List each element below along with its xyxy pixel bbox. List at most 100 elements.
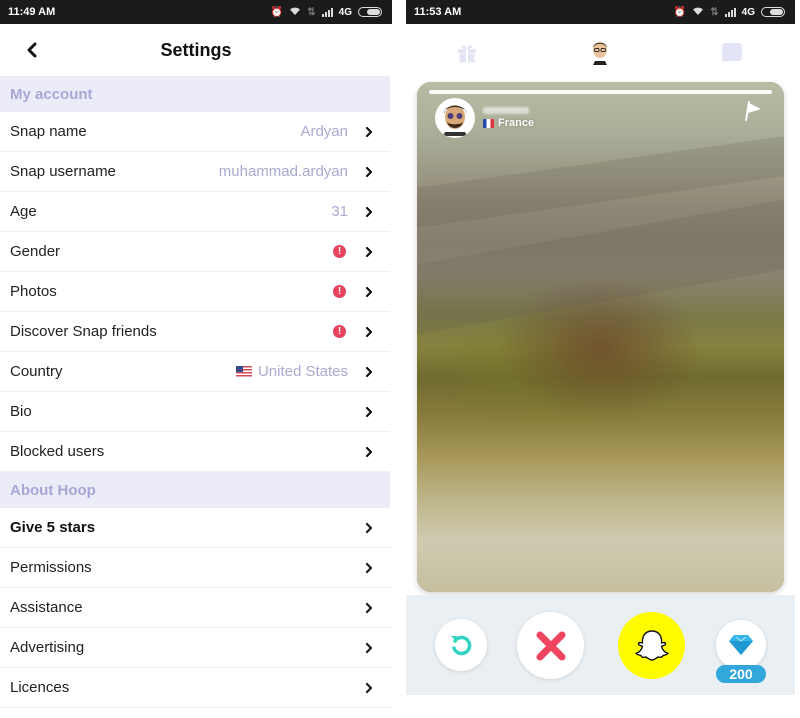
settings-row-give-5-stars[interactable]: Give 5 stars <box>0 508 390 548</box>
status-time: 11:53 AM <box>414 6 462 18</box>
row-label: Snap name <box>10 123 87 140</box>
settings-row-bio[interactable]: Bio <box>0 392 390 432</box>
settings-list: My account Snap name Ardyan Snap username mu… <box>0 76 392 708</box>
country-name: France <box>498 117 535 129</box>
profile-avatar[interactable] <box>435 98 475 138</box>
chevron-right-icon <box>364 126 374 138</box>
flag-icon <box>745 101 761 121</box>
battery-icon <box>358 7 382 17</box>
chevron-right-icon <box>364 366 374 378</box>
status-icons: ⏰ ⇅ 4G <box>271 6 382 19</box>
settings-row-snap-username[interactable]: Snap username muhammad.ardyan <box>0 152 390 192</box>
bitmoji-avatar-icon <box>592 42 607 65</box>
settings-row-discover-snap-friends[interactable]: Discover Snap friends! <box>0 312 390 352</box>
profile-card[interactable]: France <box>417 82 784 592</box>
chevron-right-icon <box>364 246 374 258</box>
alarm-icon: ⏰ <box>673 6 687 18</box>
profile-country: France <box>483 117 534 129</box>
row-label: Assistance <box>10 599 83 616</box>
settings-row-country[interactable]: Country United States <box>0 352 390 392</box>
profile-info: France <box>435 98 534 138</box>
row-value-text: muhammad.ardyan <box>218 163 348 180</box>
nope-button[interactable] <box>517 612 584 679</box>
gift-icon <box>458 45 476 63</box>
profile-avatar-button[interactable] <box>587 39 613 65</box>
row-value: 31 <box>331 203 348 220</box>
rewind-icon <box>451 635 472 656</box>
row-label: Bio <box>10 403 32 420</box>
warning-icon: ! <box>333 325 346 338</box>
gems-button[interactable] <box>716 620 766 670</box>
chat-button[interactable] <box>719 39 745 65</box>
row-value: Ardyan <box>300 123 348 140</box>
status-icons: ⏰ ⇅ 4G <box>674 6 785 19</box>
gift-button[interactable] <box>454 39 480 65</box>
gem-count-badge: 200 <box>716 665 766 683</box>
chevron-right-icon <box>364 602 374 614</box>
chevron-right-icon <box>364 406 374 418</box>
settings-screen: 11:49 AM ⏰ ⇅ 4G Settings My account Snap … <box>0 0 392 718</box>
snapchat-ghost-icon <box>634 629 669 661</box>
row-label: Give 5 stars <box>10 519 96 536</box>
network-type: 4G <box>338 6 352 18</box>
blurred-username <box>483 107 529 114</box>
settings-row-gender[interactable]: Gender! <box>0 232 390 272</box>
row-label: Photos <box>10 283 57 300</box>
wifi-icon <box>289 6 301 19</box>
status-bar: 11:53 AM ⏰ ⇅ 4G <box>406 0 795 24</box>
action-bar: 200 <box>406 595 795 695</box>
settings-row-blocked-users[interactable]: Blocked users <box>0 432 390 472</box>
x-icon <box>536 631 565 660</box>
row-label: Gender <box>10 243 61 260</box>
add-snap-button[interactable] <box>618 612 685 679</box>
row-value: muhammad.ardyan <box>219 163 348 180</box>
us-flag-icon <box>235 366 252 377</box>
settings-row-assistance[interactable]: Assistance <box>0 588 390 628</box>
chevron-right-icon <box>364 286 374 298</box>
chevron-right-icon <box>364 166 374 178</box>
profile-meta: France <box>483 107 534 129</box>
status-bar: 11:49 AM ⏰ ⇅ 4G <box>0 0 392 24</box>
chat-bubble-icon <box>722 43 742 63</box>
settings-header: Settings <box>0 24 392 76</box>
data-arrows-icon: ⇅ <box>307 6 316 18</box>
signal-icon <box>321 7 333 17</box>
report-button[interactable] <box>744 100 764 122</box>
settings-row-permissions[interactable]: Permissions <box>0 548 390 588</box>
row-label: Permissions <box>10 559 92 576</box>
discover-screen: 11:53 AM ⏰ ⇅ 4G France 200 <box>406 0 795 718</box>
signal-icon <box>724 7 736 17</box>
chevron-right-icon <box>364 326 374 338</box>
row-label: Licences <box>10 679 70 696</box>
diamond-icon <box>729 635 753 655</box>
chevron-left-icon <box>27 42 37 58</box>
chevron-right-icon <box>364 446 374 458</box>
data-arrows-icon: ⇅ <box>710 6 719 18</box>
page-title: Settings <box>160 39 232 60</box>
rewind-button[interactable] <box>435 619 487 671</box>
settings-row-snap-name[interactable]: Snap name Ardyan <box>0 112 390 152</box>
row-label: Blocked users <box>10 443 105 460</box>
row-label: Age <box>10 203 37 220</box>
row-value: United States <box>235 363 348 380</box>
settings-row-age[interactable]: Age 31 <box>0 192 390 232</box>
row-label: Snap username <box>10 163 116 180</box>
chevron-right-icon <box>364 682 374 694</box>
chevron-right-icon <box>364 642 374 654</box>
warning-icon: ! <box>333 245 346 258</box>
row-label: Country <box>10 363 63 380</box>
status-time: 11:49 AM <box>8 6 56 18</box>
settings-row-advertising[interactable]: Advertising <box>0 628 390 668</box>
warning-icon: ! <box>333 285 346 298</box>
wifi-icon <box>692 6 704 19</box>
settings-row-licences[interactable]: Licences <box>0 668 390 708</box>
back-button[interactable] <box>20 38 44 62</box>
settings-row-photos[interactable]: Photos! <box>0 272 390 312</box>
top-navigation <box>406 24 795 80</box>
row-value-text: United States <box>257 363 348 380</box>
row-label: Discover Snap friends <box>10 323 157 340</box>
bitmoji-avatar-icon <box>443 105 467 136</box>
battery-icon <box>761 7 785 17</box>
alarm-icon: ⏰ <box>270 6 284 18</box>
france-flag-icon <box>483 118 494 128</box>
